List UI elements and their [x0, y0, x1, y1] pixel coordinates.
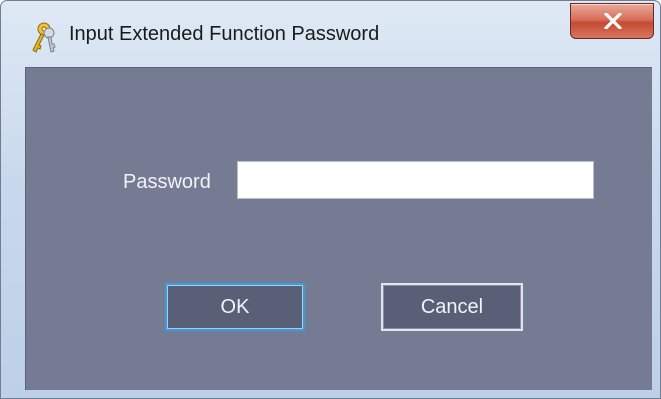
password-label: Password: [123, 171, 211, 193]
dialog-window: Input Extended Function Password Passwor…: [0, 0, 661, 399]
keys-icon: [27, 21, 57, 55]
cancel-button[interactable]: Cancel: [381, 283, 523, 331]
dialog-content: Password OK Cancel: [25, 67, 652, 390]
title-bar[interactable]: Input Extended Function Password: [1, 1, 660, 63]
password-input[interactable]: [237, 161, 594, 199]
window-title: Input Extended Function Password: [69, 23, 380, 45]
close-icon: [604, 13, 622, 29]
ok-button[interactable]: OK: [165, 283, 305, 331]
close-button[interactable]: [570, 3, 654, 39]
